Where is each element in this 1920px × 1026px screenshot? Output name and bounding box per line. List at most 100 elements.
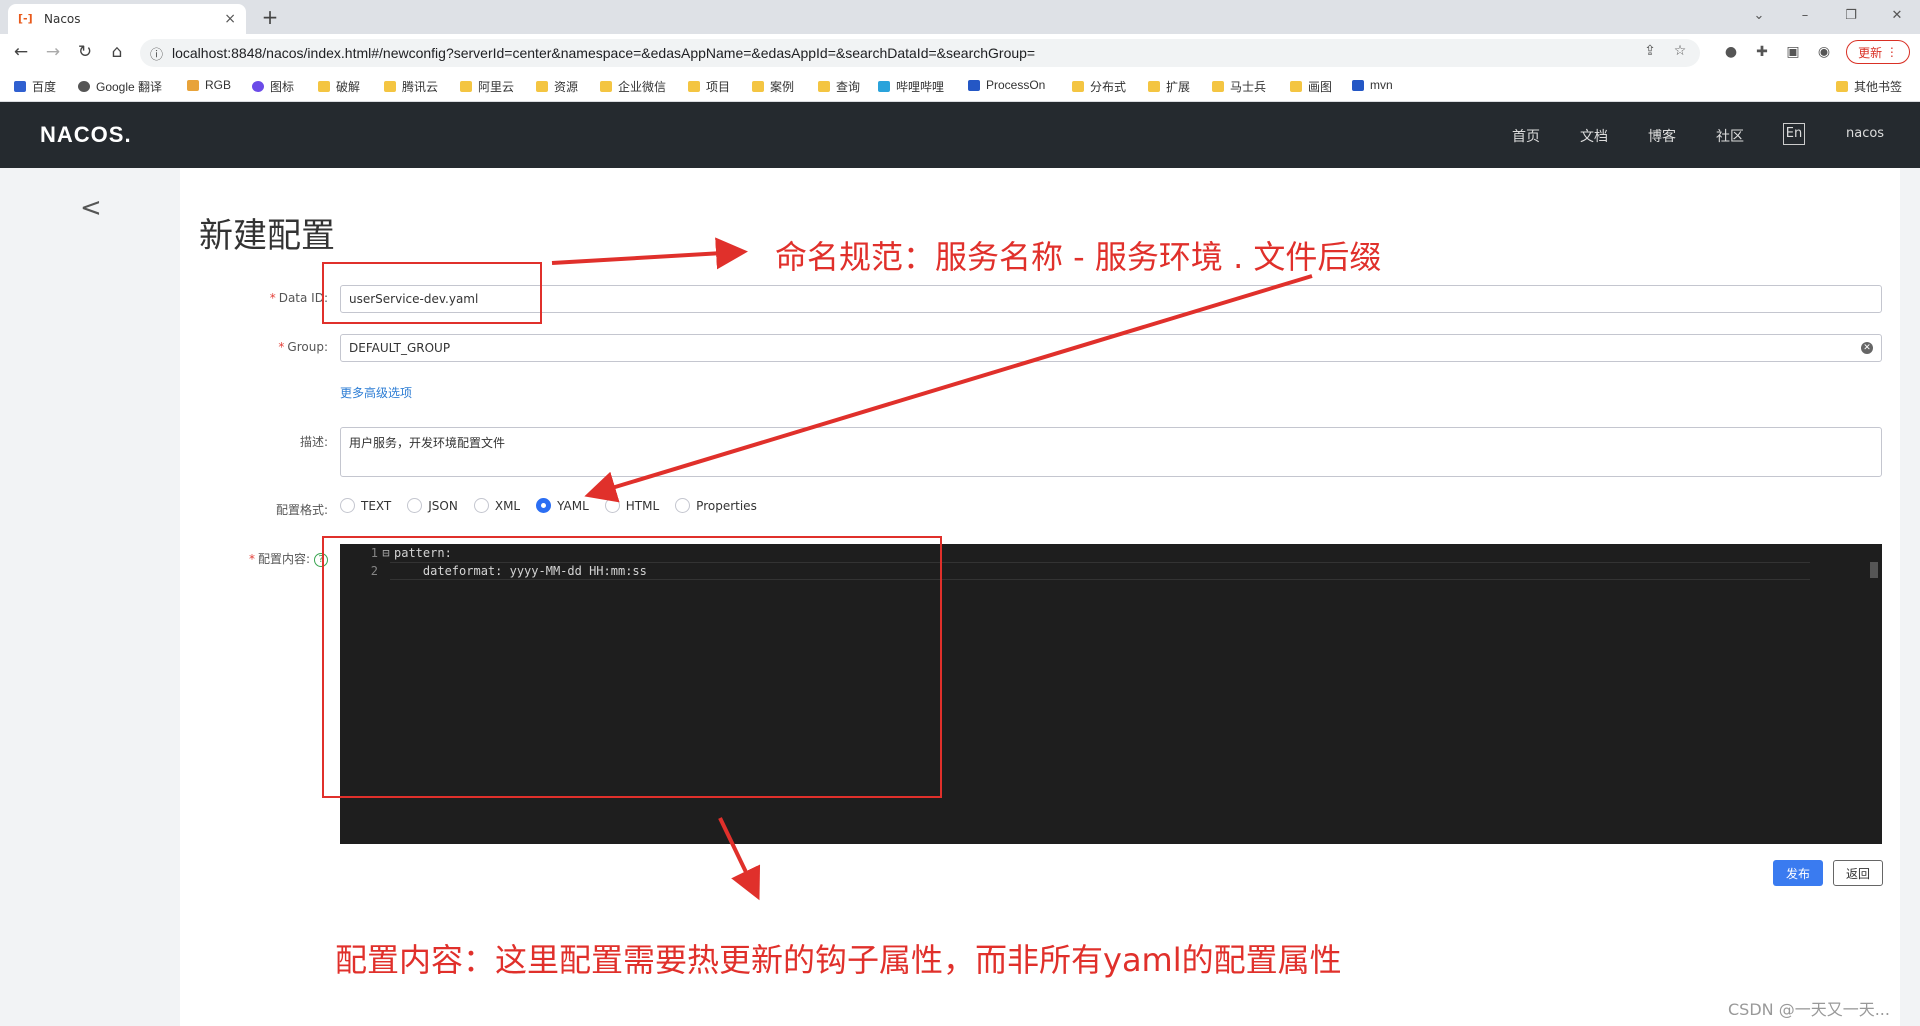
bookmark-item[interactable]: ProcessOn: [968, 78, 1045, 92]
nacos-favicon-icon: [-]: [18, 12, 33, 25]
bookmark-item[interactable]: 项目: [688, 78, 730, 95]
tab-close-icon[interactable]: ×: [224, 11, 236, 27]
bookmark-label: ProcessOn: [986, 78, 1046, 92]
data-id-label: * Data ID:: [269, 291, 328, 305]
format-radio-text[interactable]: TEXT: [340, 498, 391, 513]
group-value: DEFAULT_GROUP: [349, 341, 451, 355]
nav-docs[interactable]: 文档: [1580, 126, 1608, 146]
radio-label: YAML: [557, 498, 589, 513]
bookmark-item[interactable]: RGB: [187, 78, 231, 92]
bookmark-item[interactable]: 百度: [14, 78, 56, 95]
format-radio-xml[interactable]: XML: [473, 498, 520, 513]
bookmark-label: 资源: [554, 80, 579, 94]
close-window-icon[interactable]: ✕: [1882, 4, 1912, 28]
bookmark-item[interactable]: Google 翻译: [78, 78, 162, 95]
annotation-content-note: 配置内容：这里配置需要热更新的钩子属性，而非所有yaml的配置属性: [335, 941, 1342, 979]
bookmark-label: Google 翻译: [96, 80, 163, 94]
clear-input-icon[interactable]: ✕: [1861, 342, 1873, 354]
address-bar-row: ← → ↻ ⌂ ⓘ localhost:8848/nacos/index.htm…: [0, 34, 1920, 70]
minimize-icon[interactable]: –: [1790, 4, 1820, 28]
bookmark-label: RGB: [205, 78, 232, 92]
bookmark-item[interactable]: 画图: [1290, 78, 1332, 95]
editor-scrollbar[interactable]: [1870, 562, 1878, 578]
publish-button[interactable]: 发布: [1773, 860, 1823, 886]
sidepanel-icon[interactable]: ▣: [1783, 42, 1803, 62]
nav-blog[interactable]: 博客: [1648, 126, 1676, 146]
annotation-box-content: [322, 536, 942, 798]
bookmark-item[interactable]: mvn: [1352, 78, 1393, 92]
group-label: * Group:: [278, 340, 328, 354]
bookmark-item[interactable]: 马士兵: [1212, 78, 1266, 95]
content-label: * 配置内容:?: [200, 550, 328, 567]
home-icon[interactable]: ⌂: [106, 41, 128, 63]
radio-circle-icon: [473, 498, 489, 513]
bookmark-label: 哔哩哔哩: [896, 80, 945, 94]
advanced-options-link[interactable]: 更多高级选项: [340, 384, 412, 401]
share-icon[interactable]: ⇪: [1640, 43, 1660, 59]
content-label-text: 配置内容:: [257, 552, 310, 566]
annotation-box-data-id: [322, 262, 542, 324]
language-toggle[interactable]: En: [1783, 123, 1805, 145]
bookmark-item[interactable]: 企业微信: [600, 78, 666, 95]
format-radio-json[interactable]: JSON: [407, 498, 458, 513]
update-label: 更新: [1858, 45, 1883, 60]
url-text[interactable]: localhost:8848/nacos/index.html#/newconf…: [172, 45, 1035, 61]
bookmark-label: 画图: [1308, 80, 1333, 94]
bookmark-label: 查询: [836, 80, 861, 94]
bookmark-item[interactable]: 扩展: [1148, 78, 1190, 95]
data-id-input[interactable]: userService-dev.yaml: [340, 285, 1882, 313]
format-radio-yaml[interactable]: YAML: [536, 498, 589, 513]
profile-icon[interactable]: ◉: [1814, 42, 1834, 62]
bookmark-label: mvn: [1370, 78, 1393, 92]
puzzle-icon[interactable]: ✚: [1752, 42, 1772, 62]
radio-circle-icon: [407, 498, 423, 513]
tab-search-icon[interactable]: ⌄: [1744, 4, 1774, 28]
watermark: CSDN @一天又一天...: [1728, 1000, 1890, 1019]
browser-tab[interactable]: [-] Nacos ×: [8, 4, 246, 34]
bookmark-item[interactable]: 图标: [252, 78, 294, 95]
nacos-header: NACOS. 首页 文档 博客 社区 En nacos: [0, 102, 1920, 168]
bookmark-label: 分布式: [1090, 80, 1127, 94]
other-bookmarks[interactable]: 其他书签: [1836, 78, 1902, 95]
new-tab-button[interactable]: +: [258, 6, 282, 30]
nacos-logo[interactable]: NACOS.: [40, 122, 132, 148]
bookmark-label: 案例: [770, 80, 795, 94]
radio-circle-icon: [604, 498, 620, 513]
radio-label: HTML: [625, 498, 660, 513]
bookmark-item[interactable]: 破解: [318, 78, 360, 95]
forward-nav-icon[interactable]: →: [42, 41, 64, 63]
user-name[interactable]: nacos: [1846, 126, 1884, 141]
bookmark-item[interactable]: 查询: [818, 78, 860, 95]
bookmark-item[interactable]: 阿里云: [460, 78, 514, 95]
bookmark-item[interactable]: 分布式: [1072, 78, 1126, 95]
radio-checked-icon: [536, 498, 552, 513]
bookmark-item[interactable]: 哔哩哔哩: [878, 78, 944, 95]
nav-home[interactable]: 首页: [1512, 126, 1540, 146]
nav-community[interactable]: 社区: [1716, 126, 1744, 146]
omnibox[interactable]: ⓘ localhost:8848/nacos/index.html#/newco…: [140, 39, 1700, 67]
description-label: 描述:: [299, 435, 328, 449]
back-button[interactable]: 返回: [1833, 860, 1883, 886]
format-label: 配置格式:: [275, 503, 328, 517]
format-radio-html[interactable]: HTML: [604, 498, 660, 513]
bookmark-star-icon[interactable]: ☆: [1670, 43, 1690, 59]
bookmarks-bar: 百度 Google 翻译 RGB 图标 破解 腾讯云 阿里云 资源 企业微信 项…: [0, 70, 1920, 102]
format-radio-group: TEXT JSON XML YAML HTML Properties: [340, 498, 773, 513]
site-info-icon[interactable]: ⓘ: [150, 44, 172, 63]
bookmark-item[interactable]: 腾讯云: [384, 78, 438, 95]
bookmark-label: 马士兵: [1230, 80, 1267, 94]
bookmark-item[interactable]: 资源: [536, 78, 578, 95]
update-button[interactable]: 更新 ⋮: [1846, 40, 1910, 64]
extension-icon[interactable]: ●: [1721, 42, 1741, 62]
page-title: 新建配置: [199, 216, 335, 256]
format-radio-properties[interactable]: Properties: [675, 498, 757, 513]
data-id-label-text: Data ID:: [278, 291, 328, 305]
group-input[interactable]: DEFAULT_GROUP ✕: [340, 334, 1882, 362]
back-chevron-icon[interactable]: <: [80, 193, 102, 223]
bookmark-item[interactable]: 案例: [752, 78, 794, 95]
back-nav-icon[interactable]: ←: [10, 41, 32, 63]
reload-icon[interactable]: ↻: [74, 41, 96, 63]
restore-icon[interactable]: ❐: [1836, 4, 1866, 28]
description-textarea[interactable]: 用户服务，开发环境配置文件: [340, 427, 1882, 477]
bookmark-label: 腾讯云: [402, 80, 439, 94]
